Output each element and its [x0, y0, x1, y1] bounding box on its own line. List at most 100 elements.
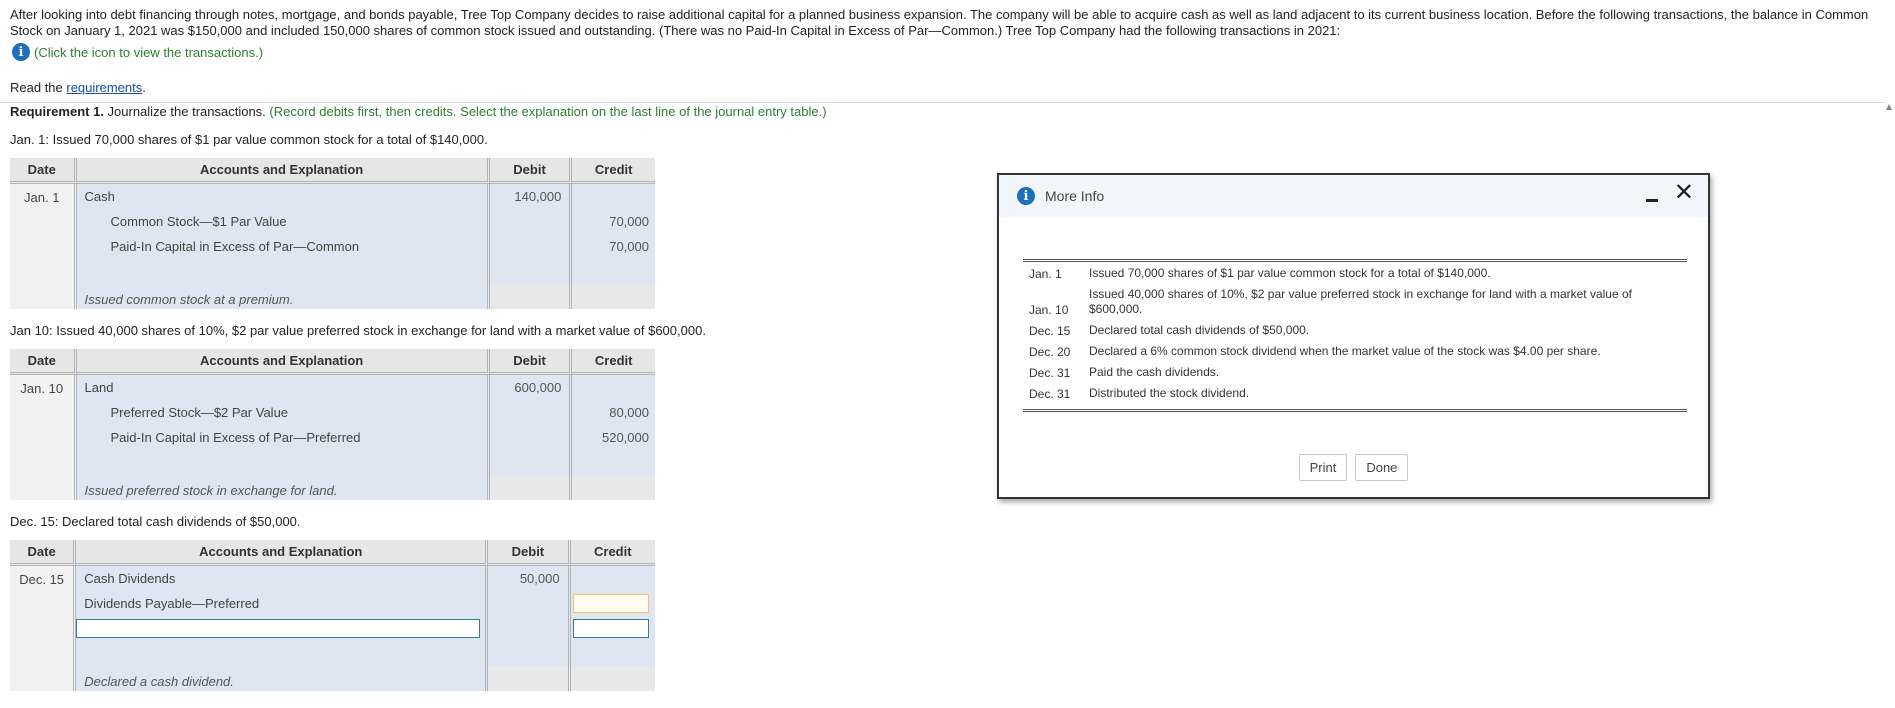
- header-date: Date: [10, 158, 77, 184]
- scenario-jan-1: Jan. 1: Issued 70,000 shares of $1 par v…: [10, 132, 488, 147]
- transaction-date: Dec. 20: [1029, 345, 1071, 359]
- credit-cell[interactable]: [570, 566, 655, 591]
- explanation-cell[interactable]: Issued common stock at a premium.: [76, 284, 490, 309]
- account-cell[interactable]: [76, 641, 489, 666]
- transaction-date: Dec. 31: [1029, 366, 1071, 380]
- entry-date: Jan. 1: [10, 184, 77, 309]
- header-accounts: Accounts and Explanation: [76, 540, 489, 566]
- entry-date: Jan. 10: [10, 375, 77, 500]
- transaction-text: Issued 40,000 shares of 10%, $2 par valu…: [1089, 287, 1632, 316]
- divider: [0, 102, 1885, 103]
- read-prefix: Read the: [10, 80, 67, 95]
- close-icon[interactable]: ✕: [1674, 181, 1694, 205]
- credit-cell[interactable]: 70,000: [572, 234, 655, 259]
- explanation-row: Issued common stock at a premium.: [10, 284, 655, 309]
- transaction-text: Declared total cash dividends of $50,000…: [1089, 323, 1310, 337]
- debit-cell[interactable]: [489, 425, 573, 450]
- credit-cell[interactable]: 520,000: [572, 425, 655, 450]
- list-item: Dec. 15 Declared total cash dividends of…: [1023, 323, 1687, 338]
- table-row: Dividends Payable—Preferred: [10, 591, 655, 616]
- transactions-info-line: i (Click the icon to view the transactio…: [12, 43, 263, 61]
- credit-cell[interactable]: 70,000: [572, 209, 655, 234]
- entry-date: Dec. 15: [10, 566, 77, 691]
- scenario-jan-10: Jan 10: Issued 40,000 shares of 10%, $2 …: [10, 323, 706, 338]
- header-credit: Credit: [572, 349, 655, 375]
- explanation-cell[interactable]: Declared a cash dividend.: [76, 666, 489, 691]
- table-row: Dec. 15 Cash Dividends 50,000: [10, 566, 655, 691]
- credit-cell[interactable]: [572, 375, 655, 400]
- debit-cell[interactable]: [489, 259, 573, 284]
- transaction-text: Issued 70,000 shares of $1 par value com…: [1089, 266, 1491, 280]
- debit-cell: [489, 475, 573, 500]
- transactions-hint: (Click the icon to view the transactions…: [34, 44, 264, 60]
- account-cell[interactable]: Land: [76, 375, 490, 400]
- credit-cell[interactable]: [572, 184, 655, 209]
- requirement-text: Journalize the transactions.: [103, 104, 270, 119]
- account-cell[interactable]: [76, 450, 490, 475]
- debit-cell[interactable]: [488, 616, 571, 641]
- debit-cell[interactable]: [489, 209, 573, 234]
- problem-intro: After looking into debt financing throug…: [10, 7, 1869, 38]
- credit-cell[interactable]: 80,000: [572, 400, 655, 425]
- debit-cell[interactable]: 600,000: [489, 375, 573, 400]
- explanation-cell[interactable]: Issued preferred stock in exchange for l…: [76, 475, 490, 500]
- table-row: Paid-In Capital in Excess of Par—Preferr…: [10, 425, 655, 450]
- table-row: [10, 450, 655, 475]
- header-credit: Credit: [572, 158, 655, 184]
- transaction-text: Paid the cash dividends.: [1089, 365, 1220, 379]
- header-accounts: Accounts and Explanation: [76, 158, 490, 184]
- transaction-date: Jan. 10: [1029, 303, 1069, 317]
- header-debit: Debit: [489, 349, 573, 375]
- requirements-link[interactable]: requirements: [66, 80, 142, 95]
- account-input[interactable]: [76, 619, 481, 638]
- requirement-hint: (Record debits first, then credits. Sele…: [269, 104, 827, 119]
- credit-input[interactable]: [572, 619, 649, 638]
- header-date: Date: [10, 540, 77, 566]
- account-cell[interactable]: Preferred Stock—$2 Par Value: [76, 400, 490, 425]
- transaction-date: Jan. 1: [1029, 267, 1062, 281]
- debit-cell[interactable]: 140,000: [489, 184, 573, 209]
- journal-table-dec-15: Date Accounts and Explanation Debit Cred…: [10, 540, 655, 691]
- credit-input-cell: [570, 616, 655, 641]
- account-cell[interactable]: Paid-In Capital in Excess of Par—Preferr…: [76, 425, 490, 450]
- table-row: Jan. 10 Land 600,000: [10, 375, 655, 500]
- account-cell[interactable]: Paid-In Capital in Excess of Par—Common: [76, 234, 490, 259]
- dialog-buttons: Print Done: [999, 454, 1708, 481]
- requirement-label: Requirement 1.: [10, 104, 104, 119]
- print-button[interactable]: Print: [1298, 454, 1348, 481]
- debit-cell[interactable]: [488, 641, 571, 666]
- debit-cell[interactable]: [489, 450, 573, 475]
- explanation-row: Issued preferred stock in exchange for l…: [10, 475, 655, 500]
- transaction-date: Dec. 31: [1029, 387, 1071, 401]
- debit-cell[interactable]: [488, 591, 571, 616]
- account-cell[interactable]: Common Stock—$1 Par Value: [76, 209, 490, 234]
- scroll-up-arrow[interactable]: [1886, 104, 1892, 110]
- account-cell[interactable]: [76, 259, 490, 284]
- done-button[interactable]: Done: [1355, 454, 1409, 481]
- more-info-dialog: i More Info ✕ Jan. 1 Issued 70,000 share…: [997, 173, 1710, 499]
- credit-cell: [572, 475, 655, 500]
- read-requirements: Read the requirements.: [10, 80, 146, 95]
- transactions-list: Jan. 1 Issued 70,000 shares of $1 par va…: [1023, 259, 1687, 412]
- transaction-text: Distributed the stock dividend.: [1089, 386, 1250, 400]
- debit-cell[interactable]: [489, 234, 573, 259]
- credit-input[interactable]: [572, 594, 649, 613]
- list-item: Jan. 10 Issued 40,000 shares of 10%, $2 …: [1023, 287, 1687, 317]
- list-item: Jan. 1 Issued 70,000 shares of $1 par va…: [1023, 266, 1687, 281]
- account-cell[interactable]: Dividends Payable—Preferred: [76, 591, 489, 616]
- credit-cell: [572, 284, 655, 309]
- debit-cell: [488, 666, 571, 691]
- account-cell[interactable]: Cash Dividends: [76, 566, 489, 591]
- account-cell[interactable]: Cash: [76, 184, 490, 209]
- credit-cell[interactable]: [572, 259, 655, 284]
- debit-cell[interactable]: [489, 400, 573, 425]
- minimize-icon[interactable]: [1646, 187, 1658, 207]
- debit-cell[interactable]: 50,000: [488, 566, 571, 591]
- credit-cell[interactable]: [570, 641, 655, 666]
- info-icon: i: [1017, 187, 1035, 205]
- list-item: Dec. 31 Distributed the stock dividend.: [1023, 386, 1687, 401]
- credit-cell[interactable]: [572, 450, 655, 475]
- info-icon[interactable]: i: [12, 43, 30, 61]
- credit-cell: [570, 666, 655, 691]
- account-input-cell: [76, 616, 489, 641]
